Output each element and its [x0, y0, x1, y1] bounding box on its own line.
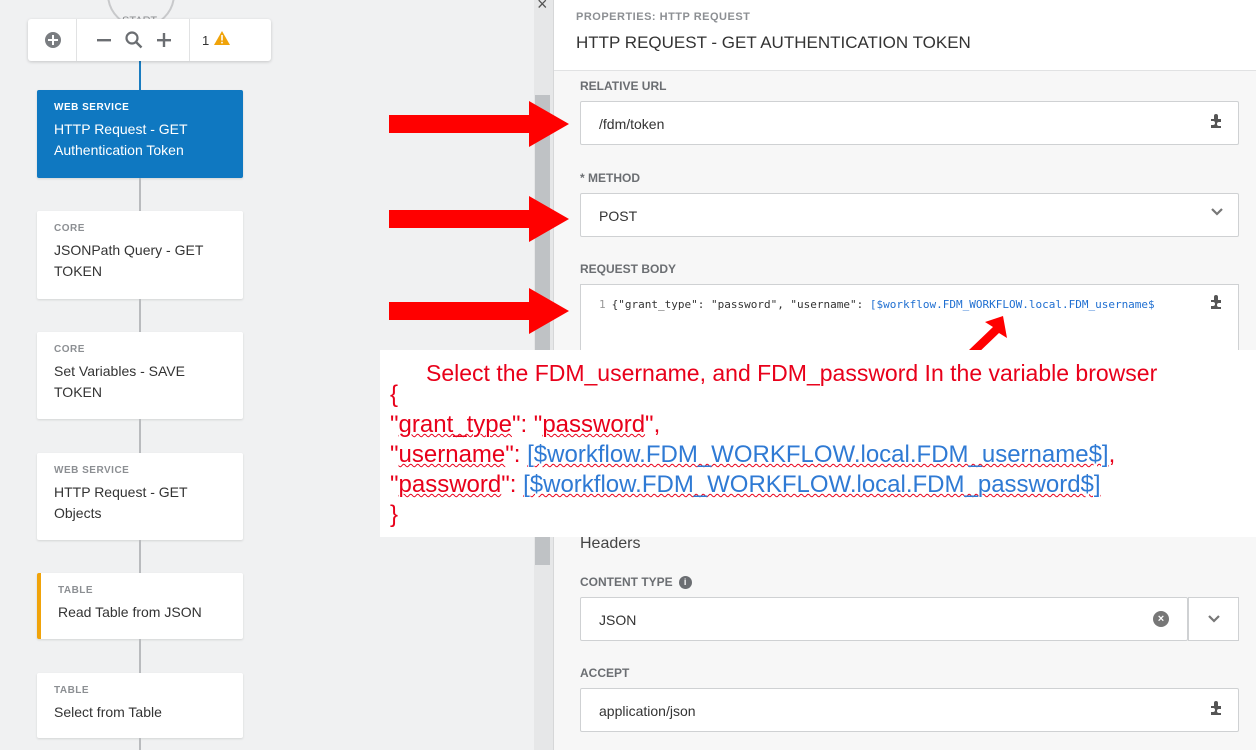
clear-icon[interactable]: ×	[1153, 611, 1169, 627]
relative-url-value: /fdm/token	[599, 116, 665, 132]
code-variable: [$workflow.FDM_WORKFLOW.local.FDM_userna…	[869, 298, 1155, 311]
content-type-label-text: CONTENT TYPE	[580, 575, 673, 589]
panel-subtitle: PROPERTIES: HTTP REQUEST	[576, 11, 751, 23]
info-icon[interactable]: i	[678, 576, 692, 590]
annotation-arrow	[389, 288, 569, 334]
search-icon[interactable]	[119, 25, 149, 55]
annotation-box: Select the FDM_username, and FDM_passwor…	[380, 350, 1256, 537]
line-number: 1	[599, 298, 606, 311]
node-title: Select from Table	[54, 704, 162, 720]
accept-value: application/json	[599, 703, 696, 719]
content-type-select[interactable]: JSON ×	[580, 597, 1188, 641]
node-type: WEB SERVICE	[54, 465, 130, 476]
connector	[139, 178, 141, 211]
node-select-from-table[interactable]: TABLE Select from Table	[37, 673, 243, 738]
add-icon[interactable]	[38, 25, 68, 55]
node-http-request-get-auth-token[interactable]: WEB SERVICE HTTP Request - GET Authentic…	[37, 90, 243, 178]
node-title: Set Variables - SAVE TOKEN	[54, 363, 185, 400]
zoom-out-button[interactable]	[89, 25, 119, 55]
request-body-label: REQUEST BODY	[580, 262, 677, 276]
node-jsonpath-query[interactable]: CORE JSONPath Query - GET TOKEN	[37, 211, 243, 299]
node-type: CORE	[54, 223, 85, 234]
headers-section-title: Headers	[580, 535, 641, 552]
relative-url-field[interactable]: /fdm/token	[580, 101, 1239, 145]
warning-icon[interactable]	[214, 30, 231, 50]
chevron-down-icon[interactable]	[1210, 204, 1224, 224]
relative-url-label: RELATIVE URL	[580, 79, 667, 93]
node-title: JSONPath Query - GET TOKEN	[54, 242, 204, 279]
annotation-arrow	[389, 101, 569, 147]
node-set-variables[interactable]: CORE Set Variables - SAVE TOKEN	[37, 332, 243, 419]
variable-browser-icon[interactable]	[1208, 113, 1224, 134]
node-http-request-get-objects[interactable]: WEB SERVICE HTTP Request - GET Objects	[37, 453, 243, 540]
connector	[139, 419, 141, 453]
accept-field[interactable]: application/json	[580, 688, 1239, 732]
annotation-json: { "grant_type": "password", "username": …	[390, 381, 1116, 528]
node-read-table-from-json[interactable]: TABLE Read Table from JSON	[37, 573, 243, 639]
code-line: 1 {"grant_type": "password", "username": …	[599, 298, 1155, 311]
node-title: Read Table from JSON	[58, 604, 202, 620]
node-type: TABLE	[58, 585, 94, 596]
accept-label: ACCEPT	[580, 666, 630, 680]
panel-title: HTTP REQUEST - GET AUTHENTICATION TOKEN	[576, 33, 971, 52]
method-label: * METHOD	[580, 171, 640, 185]
method-value: POST	[599, 208, 638, 224]
warning-count: 1	[202, 32, 210, 48]
connector	[139, 639, 141, 673]
connector	[139, 299, 141, 332]
connector	[139, 540, 141, 573]
chevron-down-icon	[1207, 612, 1221, 631]
close-icon[interactable]: ×	[537, 0, 548, 15]
code-text: {"grant_type": "password", "username":	[611, 298, 870, 311]
method-select[interactable]: POST	[580, 193, 1239, 237]
content-type-label: CONTENT TYPE i	[580, 575, 692, 590]
content-type-value: JSON	[599, 612, 637, 628]
node-type: WEB SERVICE	[54, 102, 130, 113]
connector	[139, 61, 141, 91]
node-type: CORE	[54, 344, 85, 355]
connector	[139, 738, 141, 750]
variable-browser-icon[interactable]	[1208, 700, 1224, 721]
node-type: TABLE	[54, 685, 90, 696]
node-title: HTTP Request - GET Authentication Token	[54, 121, 188, 158]
canvas-toolbar: 1	[28, 19, 271, 61]
node-title: HTTP Request - GET Objects	[54, 484, 188, 521]
content-type-dropdown-button[interactable]	[1188, 597, 1239, 641]
annotation-arrow	[389, 196, 569, 242]
panel-header: × PROPERTIES: HTTP REQUEST HTTP REQUEST …	[537, 0, 1256, 71]
zoom-in-button[interactable]	[149, 25, 179, 55]
variable-browser-icon[interactable]	[1208, 294, 1224, 315]
